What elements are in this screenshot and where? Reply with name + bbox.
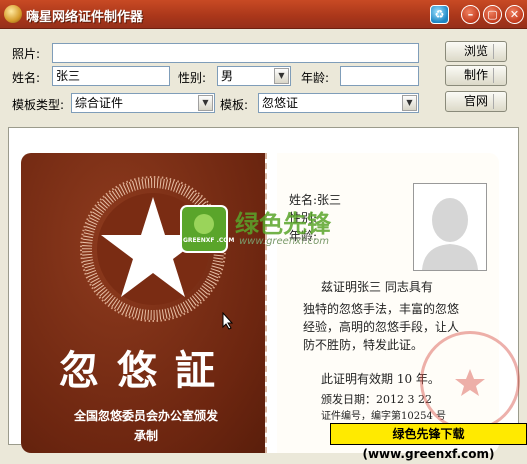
card-issuer: 全国忽悠委员会办公室颁发 承制 [51, 406, 241, 446]
chevron-down-icon[interactable]: ▼ [274, 68, 289, 84]
download-banner: 绿色先锋下载(www.greenxf.com) [330, 423, 527, 461]
button-separator [493, 68, 494, 83]
form-panel: 照片: 浏览 姓名: 张三 性别: 男 ▼ 年龄: 制作 模板类型: 综合证件 ▼ … [0, 29, 527, 125]
watermark-url: www.greenxf.com [239, 236, 329, 247]
template-value: 忽悠证 [262, 96, 299, 110]
close-button[interactable]: ✕ [505, 5, 524, 24]
minimize-button[interactable]: – [461, 5, 480, 24]
make-label: 制作 [463, 68, 488, 82]
issuer-line1: 全国忽悠委员会办公室颁发 [73, 409, 218, 423]
card-body-line3: 防不胜防，特发此证。 [303, 338, 424, 352]
title-bar: 嗨星网络证件制作器 ♻ – ▢ ✕ [0, 0, 527, 29]
perforation-line [265, 153, 267, 453]
make-button[interactable]: 制作 [445, 65, 507, 86]
template-type-label: 模板类型: [12, 98, 65, 112]
card-body-line1: 独特的忽悠手法，丰富的忽悠 [303, 302, 460, 316]
mouse-cursor-icon [222, 312, 234, 330]
button-separator [493, 94, 494, 109]
certificate-card: 忽悠証 全国忽悠委员会办公室颁发 承制 姓名:张三 性别: 年龄: 兹证明张三 … [21, 153, 520, 453]
photo-path-input[interactable] [52, 43, 419, 63]
template-label: 模板: [220, 98, 249, 112]
website-button[interactable]: 官网 [445, 91, 507, 112]
button-separator [493, 44, 494, 59]
photo-label: 照片: [12, 47, 41, 61]
template-type-value: 综合证件 [75, 96, 124, 110]
name-input[interactable]: 张三 [52, 66, 170, 86]
window-title: 嗨星网络证件制作器 [26, 10, 144, 25]
card-left-panel: 忽悠証 全国忽悠委员会办公室颁发 承制 [21, 153, 265, 453]
official-stamp [420, 331, 520, 431]
greenxf-logo-icon [180, 205, 228, 253]
age-input[interactable] [340, 66, 419, 86]
template-type-select[interactable]: 综合证件 ▼ [71, 93, 215, 113]
browse-label: 浏览 [463, 44, 488, 58]
browse-button[interactable]: 浏览 [445, 41, 507, 62]
app-icon [4, 5, 22, 23]
maximize-button[interactable]: ▢ [483, 5, 502, 24]
watermark-badge: GREENXF .COM [183, 237, 235, 244]
chevron-down-icon[interactable]: ▼ [402, 95, 417, 111]
gender-select[interactable]: 男 ▼ [217, 66, 291, 86]
age-label: 年龄: [301, 71, 330, 85]
gender-value: 男 [221, 69, 234, 83]
card-cert-line: 兹证明张三 同志具有 [321, 280, 433, 294]
card-body-line2: 经验，高明的忽悠手段，让人 [303, 320, 460, 334]
watermark-brand: 绿色先锋 [235, 210, 331, 238]
photo-placeholder [413, 183, 487, 271]
issuer-line2: 承制 [133, 429, 158, 443]
person-silhouette-icon [414, 184, 486, 270]
card-issue-date: 颁发日期：2012 3 22 [321, 393, 432, 406]
greenxf-watermark: GREENXF .COM 绿色先锋 www.greenxf.com [179, 204, 339, 254]
skin-icon[interactable]: ♻ [430, 5, 449, 24]
name-label: 姓名: [12, 71, 41, 85]
card-big-title: 忽悠証 [59, 347, 233, 394]
stamp-graphic [455, 369, 485, 396]
chevron-down-icon[interactable]: ▼ [198, 95, 213, 111]
preview-canvas: 忽悠証 全国忽悠委员会办公室颁发 承制 姓名:张三 性别: 年龄: 兹证明张三 … [8, 127, 520, 453]
gender-label: 性别: [178, 71, 207, 85]
website-label: 官网 [463, 94, 488, 108]
template-select[interactable]: 忽悠证 ▼ [258, 93, 419, 113]
